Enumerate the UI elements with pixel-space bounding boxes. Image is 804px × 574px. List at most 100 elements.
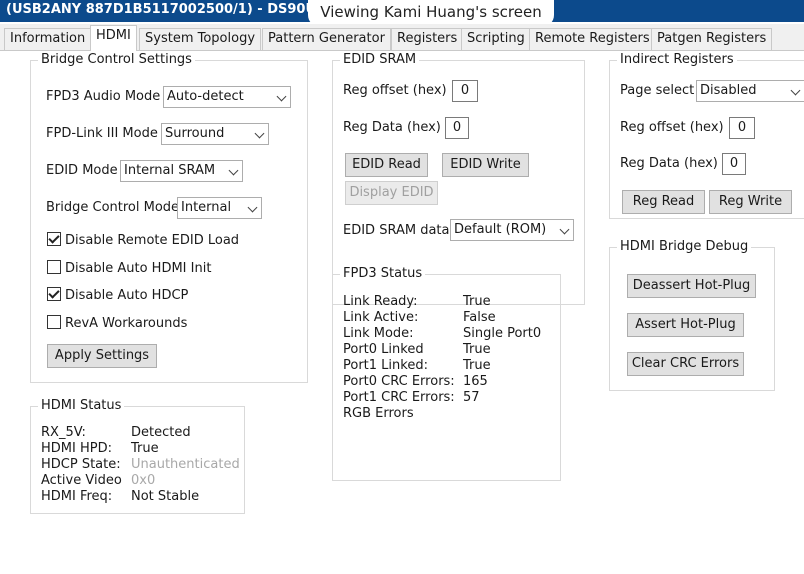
hdmi-bridge-debug-group: HDMI Bridge Debug Deassert Hot-Plug Asse… bbox=[609, 239, 775, 391]
tab-patgen-registers[interactable]: Patgen Registers bbox=[651, 28, 773, 50]
window-title: (USB2ANY 887D1B5117002500/1) - DS90UB949 bbox=[6, 2, 354, 17]
fpd3-status-value-3: True bbox=[463, 342, 491, 357]
checkbox-label: RevA Workarounds bbox=[65, 316, 188, 331]
fpdlink-label: FPD-Link III Mode bbox=[46, 126, 158, 141]
tab-bar: Information HDMI System Topology Pattern… bbox=[0, 24, 804, 51]
hdmi-status-group: HDMI Status RX_5V: Detected HDMI HPD: Tr… bbox=[30, 398, 245, 514]
page-select-label: Page select bbox=[620, 83, 695, 98]
fpd3-status-key-1: Link Active: bbox=[343, 310, 419, 325]
edid-reg-offset-input[interactable]: 0 bbox=[452, 80, 478, 102]
edid-reg-data-label: Reg Data (hex) bbox=[343, 120, 441, 135]
reva-workarounds-checkbox[interactable]: RevA Workarounds bbox=[47, 315, 187, 331]
hdmi-status-key-4: HDMI Freq: bbox=[41, 489, 113, 504]
edid-write-button[interactable]: EDID Write bbox=[442, 153, 529, 177]
tab-information[interactable]: Information bbox=[4, 28, 92, 50]
fpd3-status-title: FPD3 Status bbox=[340, 266, 426, 282]
hdmi-tab-content: Bridge Control Settings FPD3 Audio Mode … bbox=[0, 51, 804, 574]
hdmi-status-value-3: 0x0 bbox=[131, 473, 156, 488]
tab-scripting[interactable]: Scripting bbox=[461, 28, 531, 50]
checkbox-unchecked-icon bbox=[47, 260, 61, 274]
edid-sram-data-select[interactable]: Default (ROM) bbox=[450, 219, 574, 241]
fpd3-status-group: FPD3 Status Link Ready: True Link Active… bbox=[332, 266, 561, 481]
deassert-hot-plug-button[interactable]: Deassert Hot-Plug bbox=[627, 274, 756, 298]
edid-mode-value: Internal SRAM bbox=[124, 163, 216, 178]
checkbox-checked-icon bbox=[47, 287, 61, 301]
checkbox-label: Disable Auto HDCP bbox=[65, 288, 189, 303]
fpd3-status-key-0: Link Ready: bbox=[343, 294, 418, 309]
hdmi-status-key-3: Active Video bbox=[41, 473, 122, 488]
reg-write-button[interactable]: Reg Write bbox=[709, 190, 792, 214]
screen-share-banner: Viewing Kami Huang's screen bbox=[308, 0, 554, 27]
fpdlink-select[interactable]: Surround bbox=[161, 123, 269, 145]
indirect-reg-data-input[interactable]: 0 bbox=[722, 153, 746, 175]
fpd3-status-value-6: 57 bbox=[463, 390, 480, 405]
edid-sram-data-label: EDID SRAM data bbox=[343, 223, 450, 238]
chevron-down-icon bbox=[276, 91, 287, 102]
chevron-down-icon bbox=[247, 202, 258, 213]
chevron-down-icon bbox=[790, 85, 801, 96]
disable-auto-hdmi-init-checkbox[interactable]: Disable Auto HDMI Init bbox=[47, 260, 211, 276]
disable-remote-edid-checkbox[interactable]: Disable Remote EDID Load bbox=[47, 232, 239, 248]
indirect-reg-offset-input[interactable]: 0 bbox=[729, 117, 755, 139]
chevron-down-icon bbox=[559, 224, 570, 235]
edid-sram-data-value: Default (ROM) bbox=[454, 222, 547, 237]
fpd3-status-key-7: RGB Errors bbox=[343, 406, 414, 421]
hdmi-bridge-debug-title: HDMI Bridge Debug bbox=[617, 239, 752, 255]
indirect-reg-data-label: Reg Data (hex) bbox=[620, 156, 718, 171]
checkbox-label: Disable Auto HDMI Init bbox=[65, 261, 212, 276]
edid-reg-offset-label: Reg offset (hex) bbox=[343, 83, 447, 98]
bridge-mode-select[interactable]: Internal bbox=[177, 197, 262, 219]
edid-mode-label: EDID Mode bbox=[46, 163, 118, 178]
fpd3-status-value-5: 165 bbox=[463, 374, 488, 389]
clear-crc-errors-button[interactable]: Clear CRC Errors bbox=[627, 352, 744, 376]
fpd3-status-key-4: Port1 Linked: bbox=[343, 358, 428, 373]
fpd3-audio-label: FPD3 Audio Mode bbox=[46, 89, 161, 104]
page-select-combo[interactable]: Disabled bbox=[696, 80, 804, 102]
bridge-control-group: Bridge Control Settings FPD3 Audio Mode … bbox=[30, 52, 308, 383]
fpd3-status-value-0: True bbox=[463, 294, 491, 309]
bridge-mode-label: Bridge Control Mode bbox=[46, 200, 180, 215]
assert-hot-plug-button[interactable]: Assert Hot-Plug bbox=[627, 313, 744, 337]
edid-sram-title: EDID SRAM bbox=[340, 52, 420, 68]
tab-remote-registers[interactable]: Remote Registers bbox=[529, 28, 656, 50]
chevron-down-icon bbox=[228, 165, 239, 176]
tab-system-topology[interactable]: System Topology bbox=[139, 28, 262, 50]
tab-hdmi[interactable]: HDMI bbox=[90, 25, 137, 51]
hdmi-status-value-4: Not Stable bbox=[131, 489, 200, 504]
indirect-registers-group: Indirect Registers Page select Disabled … bbox=[609, 52, 804, 219]
reg-read-button[interactable]: Reg Read bbox=[622, 190, 705, 214]
indirect-registers-title: Indirect Registers bbox=[617, 52, 737, 68]
edid-reg-data-input[interactable]: 0 bbox=[445, 117, 469, 139]
apply-settings-button[interactable]: Apply Settings bbox=[47, 344, 157, 368]
bridge-mode-value: Internal bbox=[181, 200, 232, 215]
edid-mode-select[interactable]: Internal SRAM bbox=[120, 160, 243, 182]
hdmi-status-title: HDMI Status bbox=[38, 398, 125, 414]
chevron-down-icon bbox=[254, 128, 265, 139]
fpdlink-value: Surround bbox=[165, 126, 225, 141]
checkbox-checked-icon bbox=[47, 232, 61, 246]
fpd3-status-key-3: Port0 Linked bbox=[343, 342, 424, 357]
fpd3-status-key-6: Port1 CRC Errors: bbox=[343, 390, 455, 405]
tab-pattern-generator[interactable]: Pattern Generator bbox=[262, 28, 391, 50]
fpd3-status-value-2: Single Port0 bbox=[463, 326, 542, 341]
hdmi-status-value-0: Detected bbox=[131, 425, 191, 440]
fpd3-status-key-5: Port0 CRC Errors: bbox=[343, 374, 455, 389]
fpd3-status-key-2: Link Mode: bbox=[343, 326, 414, 341]
hdmi-status-value-2: Unauthenticated bbox=[131, 457, 240, 472]
bridge-control-title: Bridge Control Settings bbox=[38, 52, 195, 68]
hdmi-status-key-1: HDMI HPD: bbox=[41, 441, 112, 456]
indirect-reg-offset-label: Reg offset (hex) bbox=[620, 120, 724, 135]
display-edid-button[interactable]: Display EDID bbox=[345, 181, 438, 205]
hdmi-status-key-0: RX_5V: bbox=[41, 425, 86, 440]
checkbox-unchecked-icon bbox=[47, 315, 61, 329]
checkbox-label: Disable Remote EDID Load bbox=[65, 233, 240, 248]
tab-registers[interactable]: Registers bbox=[391, 28, 464, 50]
page-select-value: Disabled bbox=[700, 83, 757, 98]
fpd3-status-value-4: True bbox=[463, 358, 491, 373]
edid-read-button[interactable]: EDID Read bbox=[345, 153, 428, 177]
fpd3-audio-select[interactable]: Auto-detect bbox=[163, 86, 291, 108]
fpd3-status-value-1: False bbox=[463, 310, 496, 325]
hdmi-status-key-2: HDCP State: bbox=[41, 457, 121, 472]
fpd3-audio-value: Auto-detect bbox=[167, 89, 244, 104]
disable-auto-hdcp-checkbox[interactable]: Disable Auto HDCP bbox=[47, 287, 188, 303]
